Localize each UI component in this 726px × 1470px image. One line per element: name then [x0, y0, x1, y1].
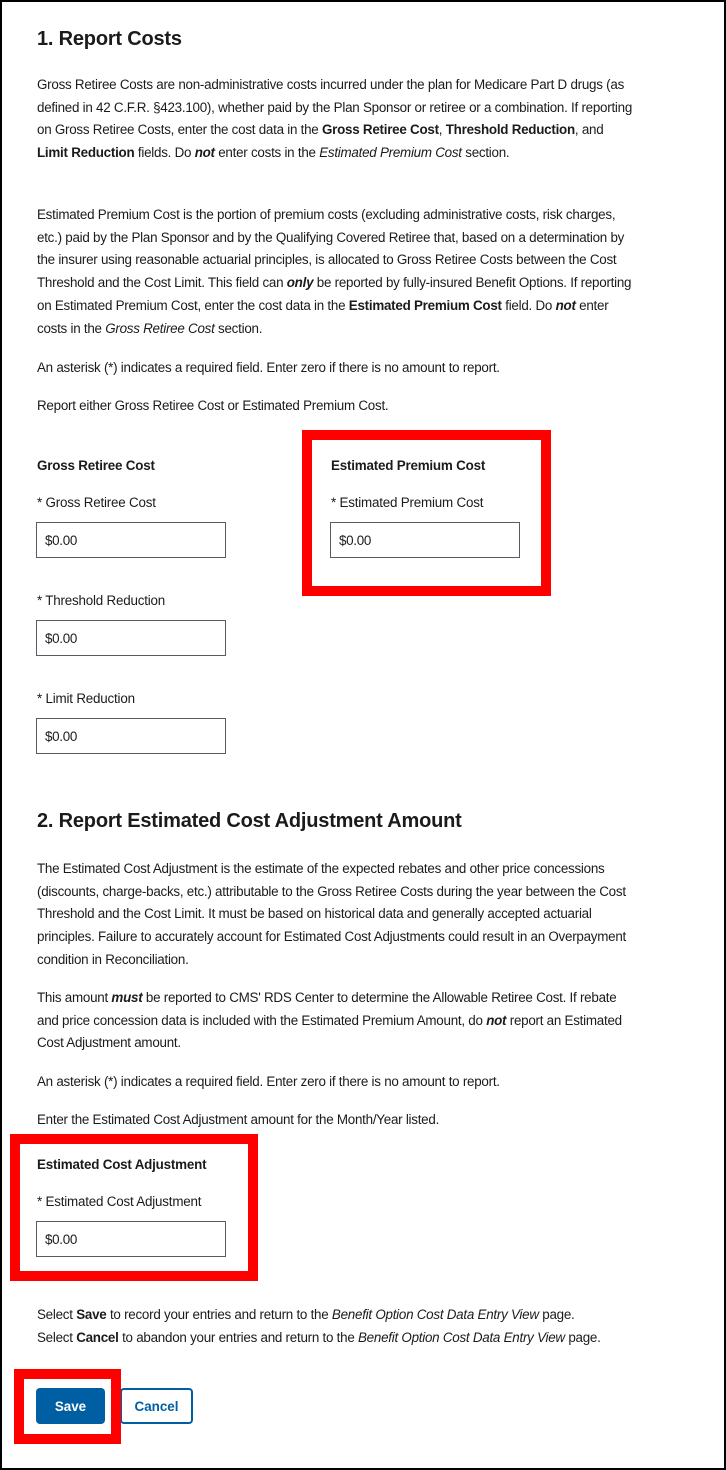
report-either-note: Report either Gross Retiree Cost or Esti… — [37, 398, 389, 413]
estimated-cost-adjustment-group-title: Estimated Cost Adjustment — [37, 1157, 207, 1172]
limit-reduction-input[interactable] — [36, 718, 226, 754]
gross-retiree-costs-description: Gross Retiree Costs are non-administrati… — [37, 77, 633, 161]
section-1-heading: 1. Report Costs — [37, 28, 182, 50]
required-field-note-2: An asterisk (*) indicates a required fie… — [37, 1074, 500, 1089]
cancel-button[interactable]: Cancel — [120, 1388, 193, 1424]
estimated-cost-adjustment-description: The Estimated Cost Adjustment is the est… — [37, 861, 627, 967]
estimated-premium-cost-group-title: Estimated Premium Cost — [331, 458, 486, 473]
estimated-cost-adjustment-input[interactable] — [36, 1221, 226, 1257]
threshold-reduction-label: * Threshold Reduction — [37, 593, 166, 608]
estimated-premium-cost-input[interactable] — [330, 522, 520, 558]
save-button[interactable]: Save — [36, 1388, 105, 1424]
gross-retiree-cost-input[interactable] — [36, 522, 226, 558]
estimated-premium-cost-label: * Estimated Premium Cost — [331, 495, 484, 510]
cancel-instructions: Select Cancel to abandon your entries an… — [37, 1330, 601, 1345]
gross-retiree-cost-group-title: Gross Retiree Cost — [37, 458, 155, 473]
section-2-heading: 2. Report Estimated Cost Adjustment Amou… — [37, 810, 462, 832]
gross-retiree-cost-label: * Gross Retiree Cost — [37, 495, 156, 510]
required-field-note: An asterisk (*) indicates a required fie… — [37, 360, 500, 375]
must-report-note: This amount must be reported to CMS' RDS… — [37, 990, 622, 1051]
estimated-cost-adjustment-label: * Estimated Cost Adjustment — [37, 1194, 202, 1209]
limit-reduction-label: * Limit Reduction — [37, 691, 135, 706]
threshold-reduction-input[interactable] — [36, 620, 226, 656]
month-year-note: Enter the Estimated Cost Adjustment amou… — [37, 1112, 440, 1127]
estimated-premium-cost-description: Estimated Premium Cost is the portion of… — [37, 207, 632, 336]
save-instructions: Select Save to record your entries and r… — [37, 1307, 575, 1322]
